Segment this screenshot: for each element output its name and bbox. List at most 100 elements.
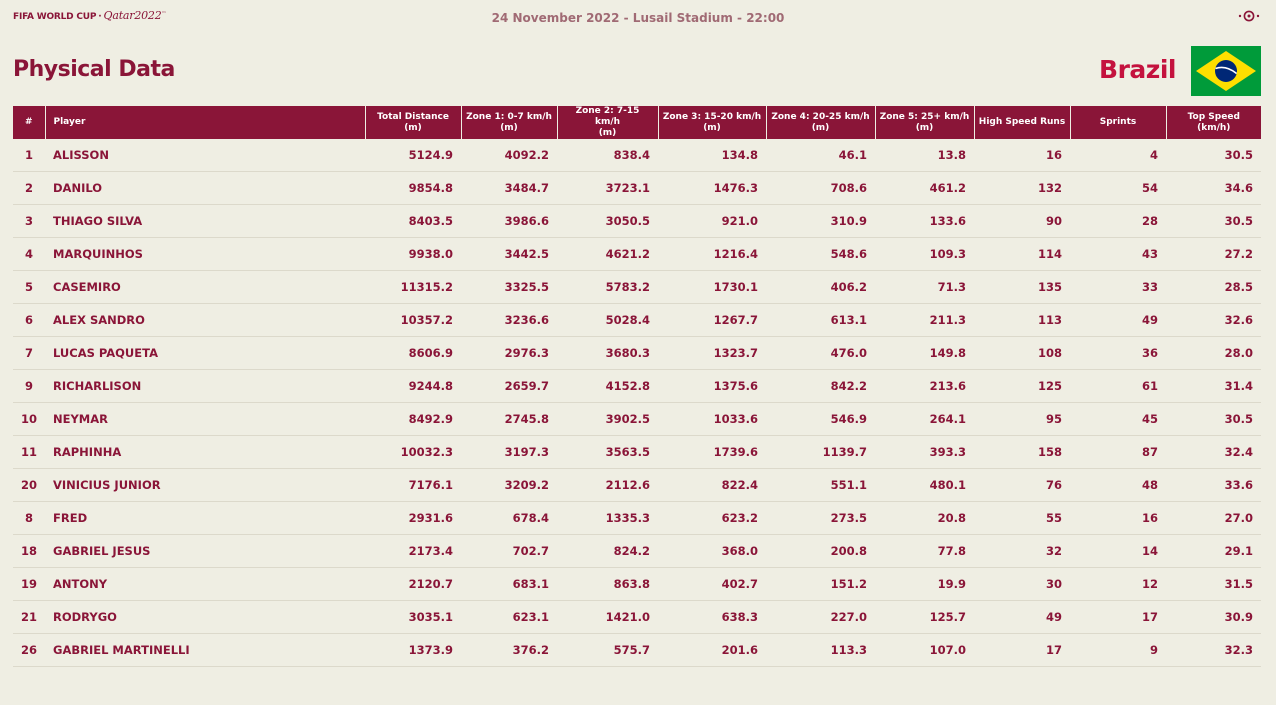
column-header-zone-3-15-20-km-h: Zone 3: 15-20 km/h (m) [657,106,766,139]
column-header-unit: (m) [703,122,721,133]
table-row: 3 THIAGO SILVA 8403.5 3986.6 3050.5 921.0 310.… [13,204,1261,238]
stat-cell: 32.4 [1166,435,1261,469]
stat-cell: 3325.5 [461,270,557,304]
stat-cell: 1335.3 [557,501,658,535]
stat-cell: 1739.6 [658,435,766,469]
stat-cell: 61 [1070,369,1166,403]
stat-cell: 30.9 [1166,600,1261,634]
stat-cell: 134.8 [658,139,766,172]
stat-cell: 108 [974,336,1070,370]
stat-cell: 16 [1070,501,1166,535]
column-header-total-distance: Total Distance (m) [364,106,461,139]
team-name: Brazil [1099,55,1176,84]
table-row: 18 GABRIEL JESUS 2173.4 702.7 824.2 368.0 200.… [13,534,1261,568]
stat-cell: 548.6 [766,237,875,271]
stat-cell: 2659.7 [461,369,557,403]
column-header-player: Player [44,106,365,139]
stat-cell: 28.0 [1166,336,1261,370]
column-header-label: Sprints [1099,117,1137,127]
match-info: 24 November 2022 - Lusail Stadium - 22:0… [491,11,785,25]
player-name-cell: RICHARLISON [45,369,365,403]
column-header-sprints: Sprints [1069,106,1166,139]
column-header-top-speed: Top Speed (km/h) [1165,106,1261,139]
stat-cell: 48 [1070,468,1166,502]
player-name-cell: ANTONY [45,567,365,601]
stat-cell: 49 [1070,303,1166,337]
shirt-number-cell: 11 [13,435,45,469]
column-header-label: Zone 2: 7-15 km/h [575,106,640,127]
stat-cell: 4 [1070,139,1166,172]
player-name-cell: THIAGO SILVA [45,204,365,238]
shirt-number-cell: 2 [13,171,45,205]
stat-cell: 87 [1070,435,1166,469]
column-header-unit: (m) [811,122,830,133]
column-header-zone-2-7-15-km-h: Zone 2: 7-15 km/h (m) [556,106,658,139]
stat-cell: 2120.7 [365,567,461,601]
shirt-number-cell: 10 [13,402,45,436]
shirt-number-cell: 5 [13,270,45,304]
stat-cell: 575.7 [557,633,658,667]
shirt-number-cell: 1 [13,139,45,172]
column-header-label: Total Distance [377,111,449,122]
stat-cell: 3680.3 [557,336,658,370]
column-header-label: Zone 5: 25+ km/h [879,111,970,122]
stat-cell: 824.2 [557,534,658,568]
shirt-number-cell: 3 [13,204,45,238]
stat-cell: 30.5 [1166,204,1261,238]
stat-cell: 19.9 [875,567,974,601]
stat-cell: 838.4 [557,139,658,172]
table-row: 6 ALEX SANDRO 10357.2 3236.6 5028.4 1267.7 613… [13,303,1261,337]
stat-cell: 125.7 [875,600,974,634]
stat-cell: 264.1 [875,402,974,436]
stat-cell: 2976.3 [461,336,557,370]
stat-cell: 151.2 [766,567,875,601]
stat-cell: 113.3 [766,633,875,667]
stat-cell: 402.7 [658,567,766,601]
stat-cell: 1375.6 [658,369,766,403]
stat-cell: 1373.9 [365,633,461,667]
stat-cell: 114 [974,237,1070,271]
shirt-number-cell: 18 [13,534,45,568]
stat-cell: 5124.9 [365,139,461,172]
stat-cell: 76 [974,468,1070,502]
stat-cell: 406.2 [766,270,875,304]
stat-cell: 3236.6 [461,303,557,337]
stat-cell: 133.6 [875,204,974,238]
stat-cell: 211.3 [875,303,974,337]
table-body: 1 ALISSON 5124.9 4092.2 838.4 134.8 46.1 13.8 16… [13,139,1261,667]
table-row: 26 GABRIEL MARTINELLI 1373.9 376.2 575.7 201.… [13,633,1261,667]
table-row: 8 FRED 2931.6 678.4 1335.3 623.2 273.5 20.8 55 16… [13,501,1261,535]
stat-cell: 551.1 [766,468,875,502]
stat-cell: 3484.7 [461,171,557,205]
stat-cell: 623.1 [461,600,557,634]
stat-cell: 3986.6 [461,204,557,238]
player-name-cell: NEYMAR [45,402,365,436]
stat-cell: 480.1 [875,468,974,502]
player-name-cell: GABRIEL MARTINELLI [45,633,365,667]
stat-cell: 2931.6 [365,501,461,535]
stat-cell: 227.0 [766,600,875,634]
stat-cell: 34.6 [1166,171,1261,205]
stat-cell: 11315.2 [365,270,461,304]
stat-cell: 1139.7 [766,435,875,469]
stat-cell: 4152.8 [557,369,658,403]
stat-cell: 12 [1070,567,1166,601]
table-row: 4 MARQUINHOS 9938.0 3442.5 4621.2 1216.4 548.6… [13,237,1261,271]
stat-cell: 7176.1 [365,468,461,502]
table-header: # Player Total Distance (m) Zone 1: 0-7 km/h… [13,106,1261,139]
column-header-label: Zone 3: 15-20 km/h [662,111,762,122]
physical-data-table: # Player Total Distance (m) Zone 1: 0-7 km/h… [13,106,1261,667]
table-row: 10 NEYMAR 8492.9 2745.8 3902.5 1033.6 546.9 264… [13,402,1261,436]
stat-cell: 8403.5 [365,204,461,238]
stat-cell: 9854.8 [365,171,461,205]
column-header-unit: (m) [915,122,934,133]
top-bar: FIFA WORLD CUP · Qatar2022™ 24 November 20… [0,0,1276,34]
table-row: 7 LUCAS PAQUETA 8606.9 2976.3 3680.3 1323.7 47… [13,336,1261,370]
stat-cell: 31.5 [1166,567,1261,601]
stat-cell: 5028.4 [557,303,658,337]
player-name-cell: LUCAS PAQUETA [45,336,365,370]
stat-cell: 45 [1070,402,1166,436]
shirt-number-cell: 9 [13,369,45,403]
brazil-flag-icon [1191,46,1261,96]
stat-cell: 842.2 [766,369,875,403]
